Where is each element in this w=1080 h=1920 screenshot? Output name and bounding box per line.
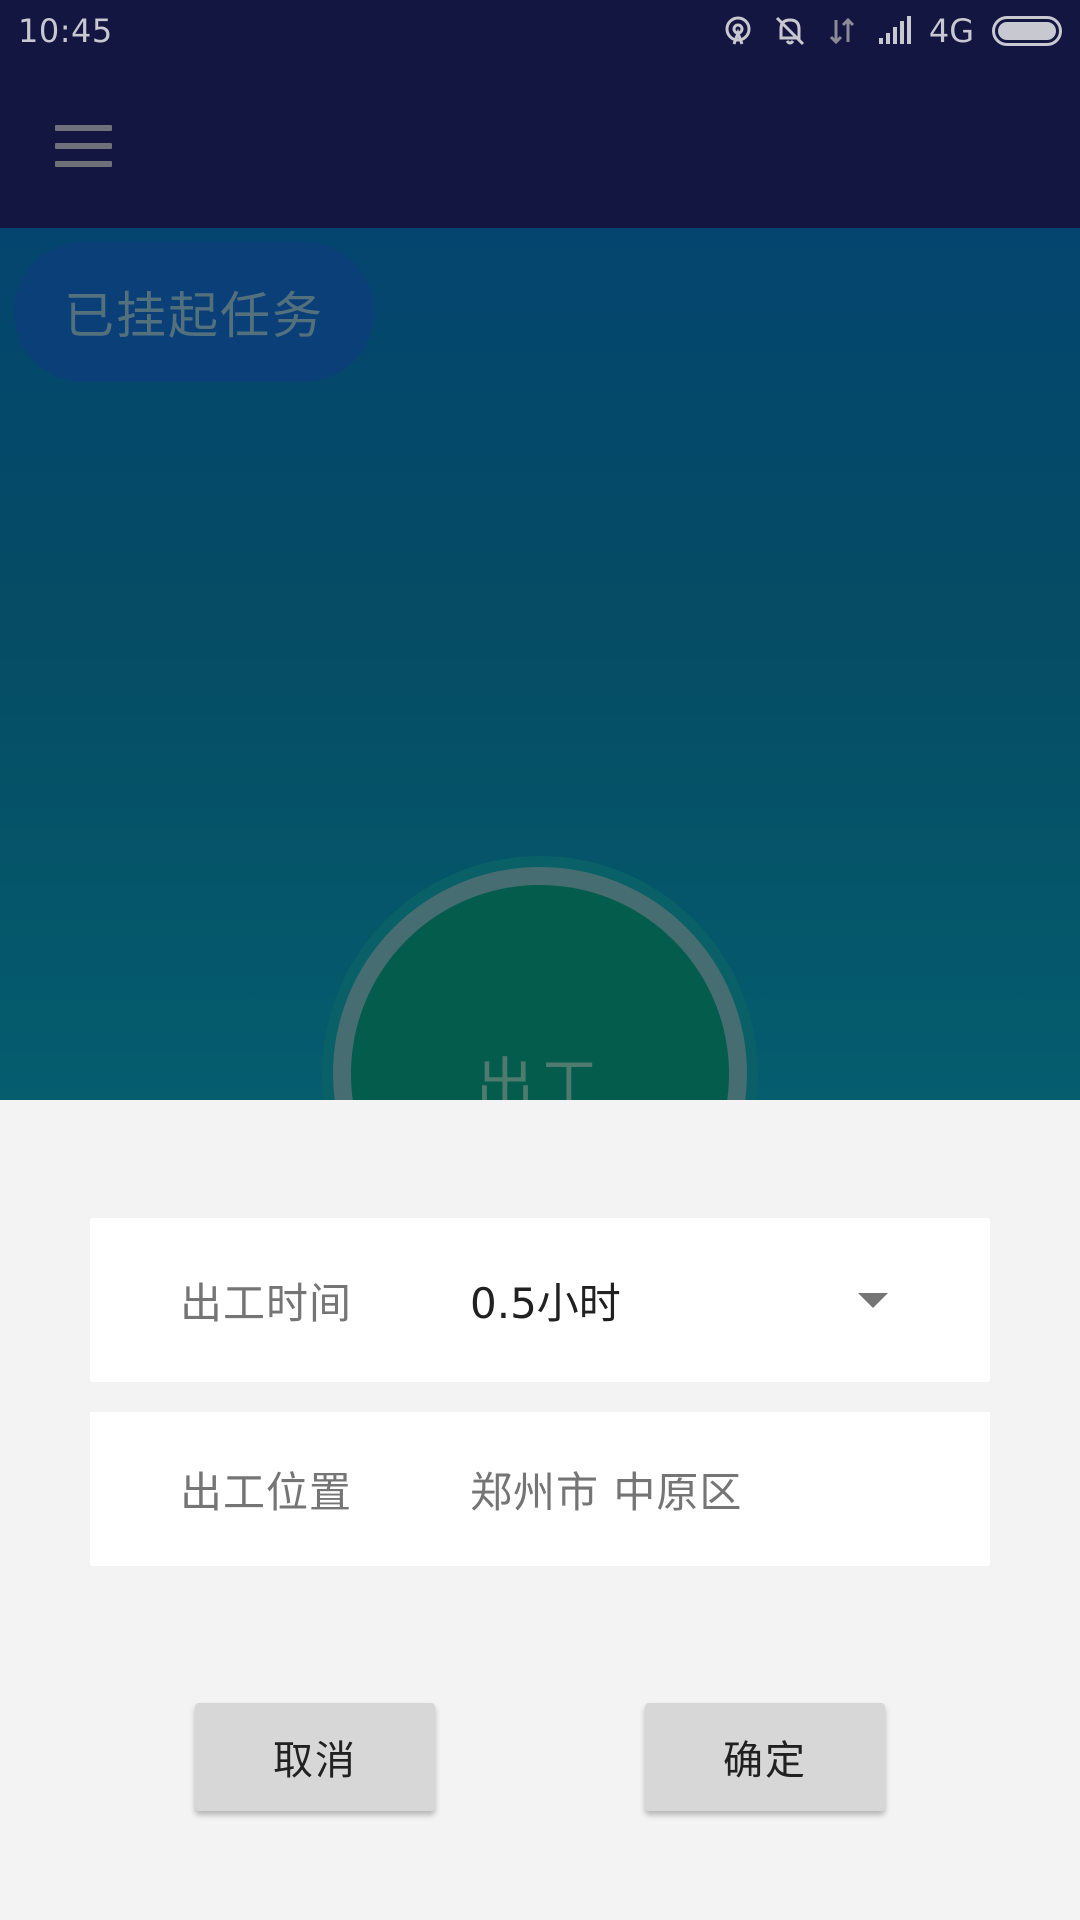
work-location-row: 出工位置 郑州市 中原区	[90, 1412, 990, 1566]
hotspot-icon	[725, 16, 751, 45]
start-work-label: 出工	[475, 1051, 604, 1100]
hamburger-menu-icon[interactable]	[40, 107, 130, 185]
cancel-button[interactable]: 取消	[195, 1703, 435, 1811]
alarm-off-icon	[775, 16, 804, 46]
status-bar: 10:45 4G	[0, 0, 1080, 62]
app-screen: 10:45 4G 已挂起任务 出工 出工时间 0.5小时 出工位置 郑州市 中原…	[0, 0, 1080, 1920]
data-transfer-icon	[829, 17, 854, 45]
pending-tasks-button[interactable]: 已挂起任务	[14, 242, 374, 382]
work-time-row[interactable]: 出工时间 0.5小时	[90, 1218, 990, 1382]
work-time-label: 出工时间	[180, 1278, 353, 1328]
toolbar	[0, 62, 1080, 228]
main-content: 已挂起任务 出工	[0, 228, 1080, 1100]
signal-icon	[878, 16, 911, 44]
status-icons: 4G	[721, 12, 1062, 50]
work-location-label: 出工位置	[180, 1467, 353, 1517]
confirm-button[interactable]: 确定	[645, 1703, 885, 1811]
status-time: 10:45	[18, 12, 113, 50]
work-time-select[interactable]: 0.5小时	[470, 1270, 621, 1331]
battery-icon	[992, 16, 1062, 46]
dropdown-arrow-icon[interactable]	[858, 1293, 888, 1308]
start-work-dialog: 出工时间 0.5小时 出工位置 郑州市 中原区 取消 确定	[0, 1100, 1080, 1920]
network-type: 4G	[928, 12, 974, 50]
work-location-value: 郑州市 中原区	[470, 1467, 743, 1517]
